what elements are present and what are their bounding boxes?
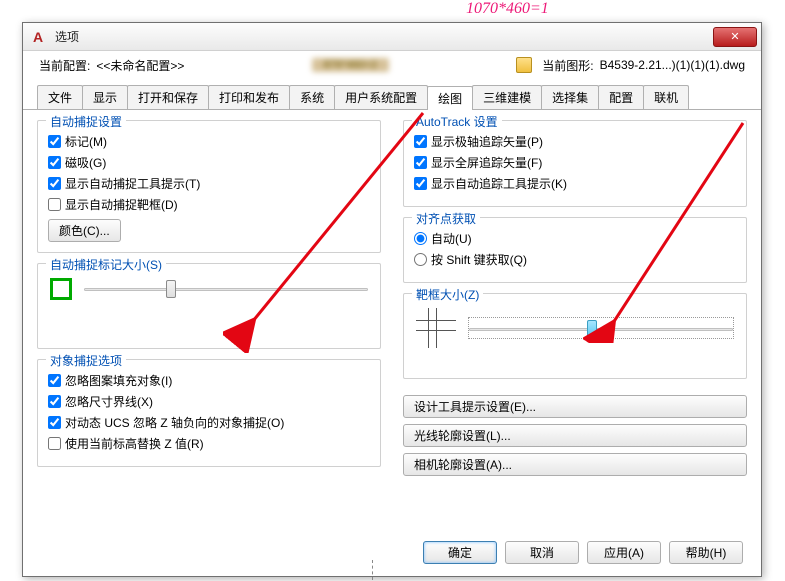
chk-ignore-hatch[interactable]: 忽略图案填充对象(I)	[48, 372, 370, 389]
group-alignment-point: 对齐点获取 自动(U) 按 Shift 键获取(Q)	[403, 217, 747, 283]
tab-system[interactable]: 系统	[289, 85, 335, 109]
dialog-title: 选项	[55, 28, 713, 45]
group-osnap-options: 对象捕捉选项 忽略图案填充对象(I) 忽略尺寸界线(X) 对动态 UCS 忽略 …	[37, 359, 381, 467]
tab-panel: 自动捕捉设置 标记(M) 磁吸(G) 显示自动捕捉工具提示(T) 显示自动捕捉靶…	[23, 110, 761, 550]
tab-strip: 文件 显示 打开和保存 打印和发布 系统 用户系统配置 绘图 三维建模 选择集 …	[23, 79, 761, 110]
dialog-buttons: 确定 取消 应用(A) 帮助(H)	[423, 541, 743, 564]
legend-osnap-options: 对象捕捉选项	[46, 352, 126, 369]
tab-profiles[interactable]: 配置	[598, 85, 644, 109]
blurred-label: 876*460=2	[312, 58, 390, 72]
tab-file[interactable]: 文件	[37, 85, 83, 109]
tab-user-prefs[interactable]: 用户系统配置	[334, 85, 428, 109]
current-drawing-label: 当前图形:	[542, 57, 593, 74]
tab-3d-modeling[interactable]: 三维建模	[472, 85, 542, 109]
apply-button[interactable]: 应用(A)	[587, 541, 661, 564]
chk-dyn-ucs[interactable]: 对动态 UCS 忽略 Z 轴负向的对象捕捉(O)	[48, 414, 370, 431]
bg-line	[372, 560, 373, 580]
tab-online[interactable]: 联机	[643, 85, 689, 109]
legend-marker-size: 自动捕捉标记大小(S)	[46, 256, 166, 273]
chk-track-tooltip[interactable]: 显示自动追踪工具提示(K)	[414, 175, 736, 192]
chk-use-elev[interactable]: 使用当前标高替换 Z 值(R)	[48, 435, 370, 452]
marker-size-slider[interactable]	[84, 278, 368, 300]
group-marker-size: 自动捕捉标记大小(S)	[37, 263, 381, 349]
options-dialog: A 选项 ✕ 当前配置: <<未命名配置>> 876*460=2 当前图形: B…	[22, 22, 762, 577]
color-button[interactable]: 颜色(C)...	[48, 219, 121, 242]
legend-alignment: 对齐点获取	[412, 210, 480, 227]
light-glyph-button[interactable]: 光线轮廓设置(L)...	[403, 424, 747, 447]
current-drawing-value: B4539-2.21...)(1)(1)(1).dwg	[600, 58, 745, 72]
camera-glyph-button[interactable]: 相机轮廓设置(A)...	[403, 453, 747, 476]
chk-polar-vector[interactable]: 显示极轴追踪矢量(P)	[414, 133, 736, 150]
tab-selection[interactable]: 选择集	[541, 85, 599, 109]
rdo-auto[interactable]: 自动(U)	[414, 230, 736, 247]
ok-button[interactable]: 确定	[423, 541, 497, 564]
drawing-icon	[516, 57, 532, 73]
legend-aperture: 靶框大小(Z)	[412, 286, 483, 303]
help-button[interactable]: 帮助(H)	[669, 541, 743, 564]
chk-snap-aperture[interactable]: 显示自动捕捉靶框(D)	[48, 196, 370, 213]
chk-fullscreen-vector[interactable]: 显示全屏追踪矢量(F)	[414, 154, 736, 171]
group-autosnap-settings: 自动捕捉设置 标记(M) 磁吸(G) 显示自动捕捉工具提示(T) 显示自动捕捉靶…	[37, 120, 381, 253]
tab-display[interactable]: 显示	[82, 85, 128, 109]
group-autotrack: AutoTrack 设置 显示极轴追踪矢量(P) 显示全屏追踪矢量(F) 显示自…	[403, 120, 747, 207]
current-profile-label: 当前配置:	[39, 57, 90, 74]
title-bar: A 选项 ✕	[23, 23, 761, 51]
tab-open-save[interactable]: 打开和保存	[127, 85, 209, 109]
aperture-size-slider[interactable]	[468, 317, 734, 339]
legend-autotrack: AutoTrack 设置	[412, 113, 502, 130]
rdo-shift[interactable]: 按 Shift 键获取(Q)	[414, 251, 736, 268]
chk-magnet[interactable]: 磁吸(G)	[48, 154, 370, 171]
legend-autosnap: 自动捕捉设置	[46, 113, 126, 130]
group-aperture-size: 靶框大小(Z)	[403, 293, 747, 379]
current-profile-value: <<未命名配置>>	[96, 57, 184, 74]
close-button[interactable]: ✕	[713, 27, 757, 47]
chk-ignore-dim[interactable]: 忽略尺寸界线(X)	[48, 393, 370, 410]
chk-snap-tooltip[interactable]: 显示自动捕捉工具提示(T)	[48, 175, 370, 192]
design-tooltip-button[interactable]: 设计工具提示设置(E)...	[403, 395, 747, 418]
aperture-preview-icon	[416, 308, 456, 348]
tab-drafting[interactable]: 绘图	[427, 86, 473, 110]
cancel-button[interactable]: 取消	[505, 541, 579, 564]
app-icon: A	[33, 29, 49, 45]
tab-plot-publish[interactable]: 打印和发布	[208, 85, 290, 109]
profile-row: 当前配置: <<未命名配置>> 876*460=2 当前图形: B4539-2.…	[23, 51, 761, 75]
marker-preview-icon	[50, 278, 72, 300]
overlay-text: 1070*460=1	[466, 0, 549, 18]
chk-marker[interactable]: 标记(M)	[48, 133, 370, 150]
